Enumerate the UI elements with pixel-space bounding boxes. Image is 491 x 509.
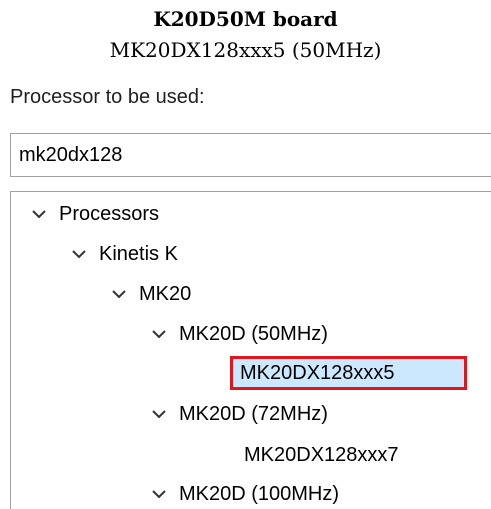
figure-subtitle: MK20DX128xxx5 (50MHz) xyxy=(109,38,382,62)
tree-node-processors[interactable]: Processors xyxy=(31,196,159,232)
processor-tree[interactable]: Processors Kinetis K MK20 MK20D (50MHz) … xyxy=(10,191,491,509)
chevron-down-icon[interactable] xyxy=(151,488,167,500)
tree-node-mk20d-72mhz[interactable]: MK20D (72MHz) xyxy=(151,396,328,432)
tree-node-label: Kinetis K xyxy=(99,242,178,265)
page: K20D50M board MK20DX128xxx5 (50MHz) Proc… xyxy=(0,0,491,509)
tree-item-mk20dx128xxx5[interactable]: MK20DX128xxx5 xyxy=(230,356,467,390)
chevron-down-icon[interactable] xyxy=(151,408,167,420)
tree-node-mk20[interactable]: MK20 xyxy=(111,276,191,312)
tree-item-label: MK20DX128xxx7 xyxy=(244,444,399,466)
tree-item-label: MK20DX128xxx5 xyxy=(240,362,395,384)
processor-label: Processor to be used: xyxy=(10,86,205,108)
tree-node-label: MK20 xyxy=(139,282,192,305)
tree-node-label: MK20D (72MHz) xyxy=(179,402,328,425)
chevron-down-icon[interactable] xyxy=(111,288,127,300)
tree-node-mk20d-100mhz[interactable]: MK20D (100MHz) xyxy=(151,476,339,509)
chevron-down-icon[interactable] xyxy=(151,328,167,340)
tree-node-label: MK20D (100MHz) xyxy=(179,482,340,505)
processor-search-box[interactable] xyxy=(10,133,491,177)
tree-item-mk20dx128xxx7[interactable]: MK20DX128xxx7 xyxy=(237,438,406,472)
tree-node-mk20d-50mhz[interactable]: MK20D (50MHz) xyxy=(151,316,328,352)
tree-node-kinetis-k[interactable]: Kinetis K xyxy=(71,236,178,272)
processor-search-input[interactable] xyxy=(19,134,479,176)
chevron-down-icon[interactable] xyxy=(71,248,87,260)
tree-node-label: MK20D (50MHz) xyxy=(179,322,328,345)
chevron-down-icon[interactable] xyxy=(31,208,47,220)
tree-node-label: Processors xyxy=(59,202,160,225)
figure-title: K20D50M board xyxy=(153,7,338,31)
